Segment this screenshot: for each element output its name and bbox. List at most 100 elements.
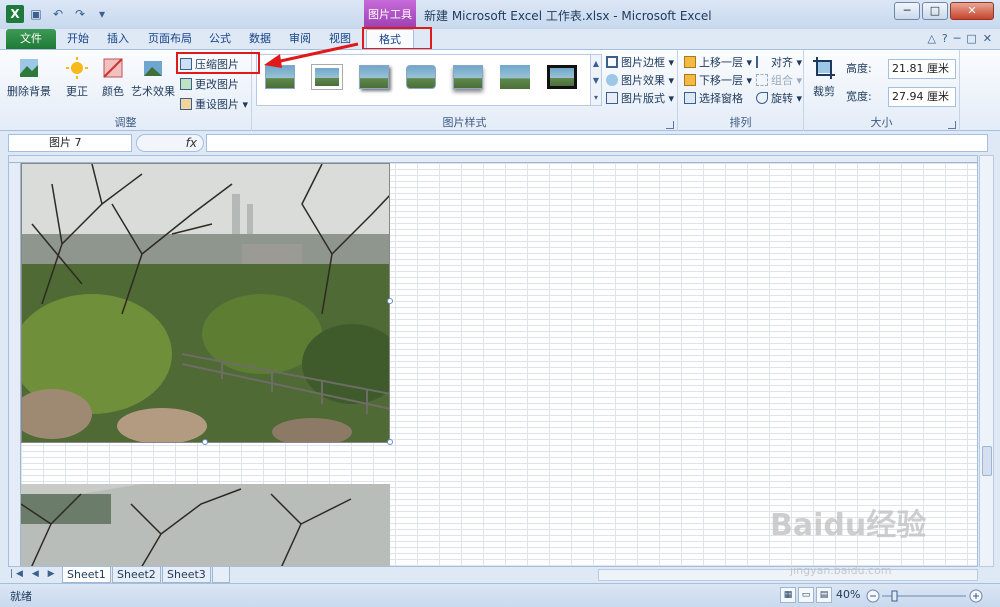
redo-icon[interactable]: ↷ [72, 6, 88, 22]
picture-effects-button[interactable]: 图片效果 ▾ [606, 72, 674, 90]
height-input[interactable]: 21.81 厘米 [888, 59, 956, 79]
resize-handle-bottom[interactable] [202, 439, 208, 445]
selection-pane-label: 选择窗格 [699, 92, 743, 105]
river-photo [21, 484, 390, 566]
selection-pane-icon [684, 92, 696, 104]
help-icon[interactable]: ? [942, 32, 948, 45]
normal-view-icon[interactable]: ▦ [780, 587, 796, 603]
change-picture-icon [180, 78, 192, 90]
sheet-tab-3[interactable]: Sheet3 [162, 567, 211, 583]
undo-icon[interactable]: ↶ [50, 6, 66, 22]
minimize-button[interactable]: ─ [894, 2, 920, 20]
picture-style-7[interactable] [547, 65, 577, 89]
rotate-button[interactable]: 旋转 ▾ [756, 90, 802, 108]
minimize-ribbon-icon[interactable]: △ [927, 32, 935, 45]
crop-button[interactable]: 裁剪 [808, 54, 840, 110]
arrange-group: 上移一层 ▾ 下移一层 ▾ 选择窗格 对齐 ▾ 组合 ▾ 旋转 ▾ 排列 [678, 50, 804, 132]
width-label: 宽度: [846, 90, 872, 103]
corrections-button[interactable]: 更正 [60, 54, 94, 110]
baidu-watermark-url: jingyan.baidu.com [790, 564, 892, 577]
remove-background-label: 删除背景 [7, 85, 51, 98]
row-headers[interactable] [9, 163, 21, 566]
workbook-close-icon[interactable]: ✕ [983, 32, 992, 45]
picture-border-icon [606, 56, 618, 68]
tab-home[interactable]: 开始 [62, 29, 94, 49]
gallery-scroll-arrows[interactable]: ▲ ▼ ▾ [590, 54, 602, 106]
artistic-effects-button[interactable]: 艺术效果 [130, 54, 176, 110]
picture-layout-button[interactable]: 图片版式 ▾ [606, 90, 674, 108]
bring-forward-icon [684, 56, 696, 68]
align-button[interactable]: 对齐 ▾ [756, 54, 802, 72]
zoom-level[interactable]: 40% [836, 588, 860, 601]
color-button[interactable]: 颜色 [96, 54, 130, 110]
workbook-restore-icon[interactable]: □ [966, 32, 976, 45]
send-backward-button[interactable]: 下移一层 ▾ [684, 72, 752, 90]
rotate-label: 旋转 [771, 92, 793, 105]
crop-label: 裁剪 [813, 85, 835, 98]
tab-insert[interactable]: 插入 [102, 29, 134, 49]
picture-border-button[interactable]: 图片边框 ▾ [606, 54, 674, 72]
picture-style-6[interactable] [500, 65, 530, 89]
ribbon-tab-row: 文件 开始 插入 页面布局 公式 数据 审阅 视图 格式 △ ? ─ □ ✕ [0, 29, 1000, 49]
window-controls: ─ □ ✕ [894, 2, 994, 20]
vertical-scroll-thumb[interactable] [982, 446, 992, 476]
color-icon [103, 58, 123, 78]
selected-picture[interactable] [21, 163, 390, 443]
customize-qat-icon[interactable]: ▾ [94, 6, 110, 22]
remove-background-button[interactable]: 删除背景 [6, 54, 52, 110]
workbook-minimize-icon[interactable]: ─ [954, 32, 961, 45]
size-launcher-icon[interactable] [948, 121, 956, 129]
sun-icon [66, 57, 88, 79]
size-group-label: 大小 [870, 116, 893, 129]
reset-picture-label: 重设图片 [195, 98, 239, 111]
name-box[interactable]: 图片 7 [8, 134, 132, 152]
vertical-scrollbar[interactable] [979, 155, 994, 567]
close-button[interactable]: ✕ [950, 2, 994, 20]
insert-sheet-icon[interactable] [212, 567, 230, 583]
tabrow-right-controls: △ ? ─ □ ✕ [927, 32, 992, 45]
width-input[interactable]: 27.94 厘米 [888, 87, 956, 107]
formula-input[interactable] [206, 134, 988, 152]
picture-style-4[interactable] [406, 65, 436, 89]
horizontal-scrollbar[interactable] [598, 569, 978, 581]
send-backward-label: 下移一层 [699, 74, 743, 87]
reset-picture-button[interactable]: 重设图片 ▾ [180, 96, 248, 114]
excel-app-icon[interactable]: X [6, 5, 24, 23]
picture-style-5[interactable] [453, 65, 483, 89]
tab-file[interactable]: 文件 [6, 29, 56, 49]
color-label: 颜色 [102, 85, 124, 98]
selection-pane-button[interactable]: 选择窗格 [684, 90, 743, 108]
view-buttons: ▦ ▭ ▤ [780, 587, 832, 603]
zoom-slider[interactable] [866, 588, 984, 604]
picture-layout-label: 图片版式 [621, 92, 665, 105]
picture-style-3[interactable] [359, 65, 389, 89]
tab-page-layout[interactable]: 页面布局 [142, 29, 198, 49]
resize-handle-right[interactable] [387, 298, 393, 304]
bring-forward-button[interactable]: 上移一层 ▾ [684, 54, 752, 72]
save-icon[interactable]: ▣ [28, 6, 44, 22]
arrange-group-label: 排列 [729, 116, 752, 129]
baidu-watermark: Baidu经验 [770, 508, 927, 543]
sheet-tab-2[interactable]: Sheet2 [112, 567, 161, 583]
second-picture[interactable] [21, 484, 390, 566]
crop-icon [813, 57, 835, 79]
picture-effects-icon [606, 74, 618, 86]
group-button[interactable]: 组合 ▾ [756, 72, 802, 90]
adjust-group-label: 调整 [114, 116, 137, 129]
title-bar: X ▣ ↶ ↷ ▾ 图片工具 新建 Microsoft Excel 工作表.xl… [0, 0, 1000, 29]
status-bar: 就绪 ▦ ▭ ▤ 40% [0, 583, 1000, 607]
column-headers[interactable] [9, 156, 977, 163]
page-break-view-icon[interactable]: ▤ [816, 587, 832, 603]
fx-icon[interactable]: fx [136, 134, 204, 152]
resize-handle-bottom-right[interactable] [387, 439, 393, 445]
tab-formulas[interactable]: 公式 [204, 29, 236, 49]
sheet-tab-1[interactable]: Sheet1 [62, 567, 111, 583]
picture-styles-launcher-icon[interactable] [666, 121, 674, 129]
formula-bar: 图片 7 fx [0, 131, 1000, 155]
maximize-button[interactable]: □ [922, 2, 948, 20]
quick-access-toolbar: ▣ ↶ ↷ ▾ [28, 6, 110, 22]
page-layout-view-icon[interactable]: ▭ [798, 587, 814, 603]
change-picture-button[interactable]: 更改图片 [180, 76, 239, 94]
corrections-label: 更正 [66, 85, 88, 98]
landscape-photo [22, 164, 389, 442]
